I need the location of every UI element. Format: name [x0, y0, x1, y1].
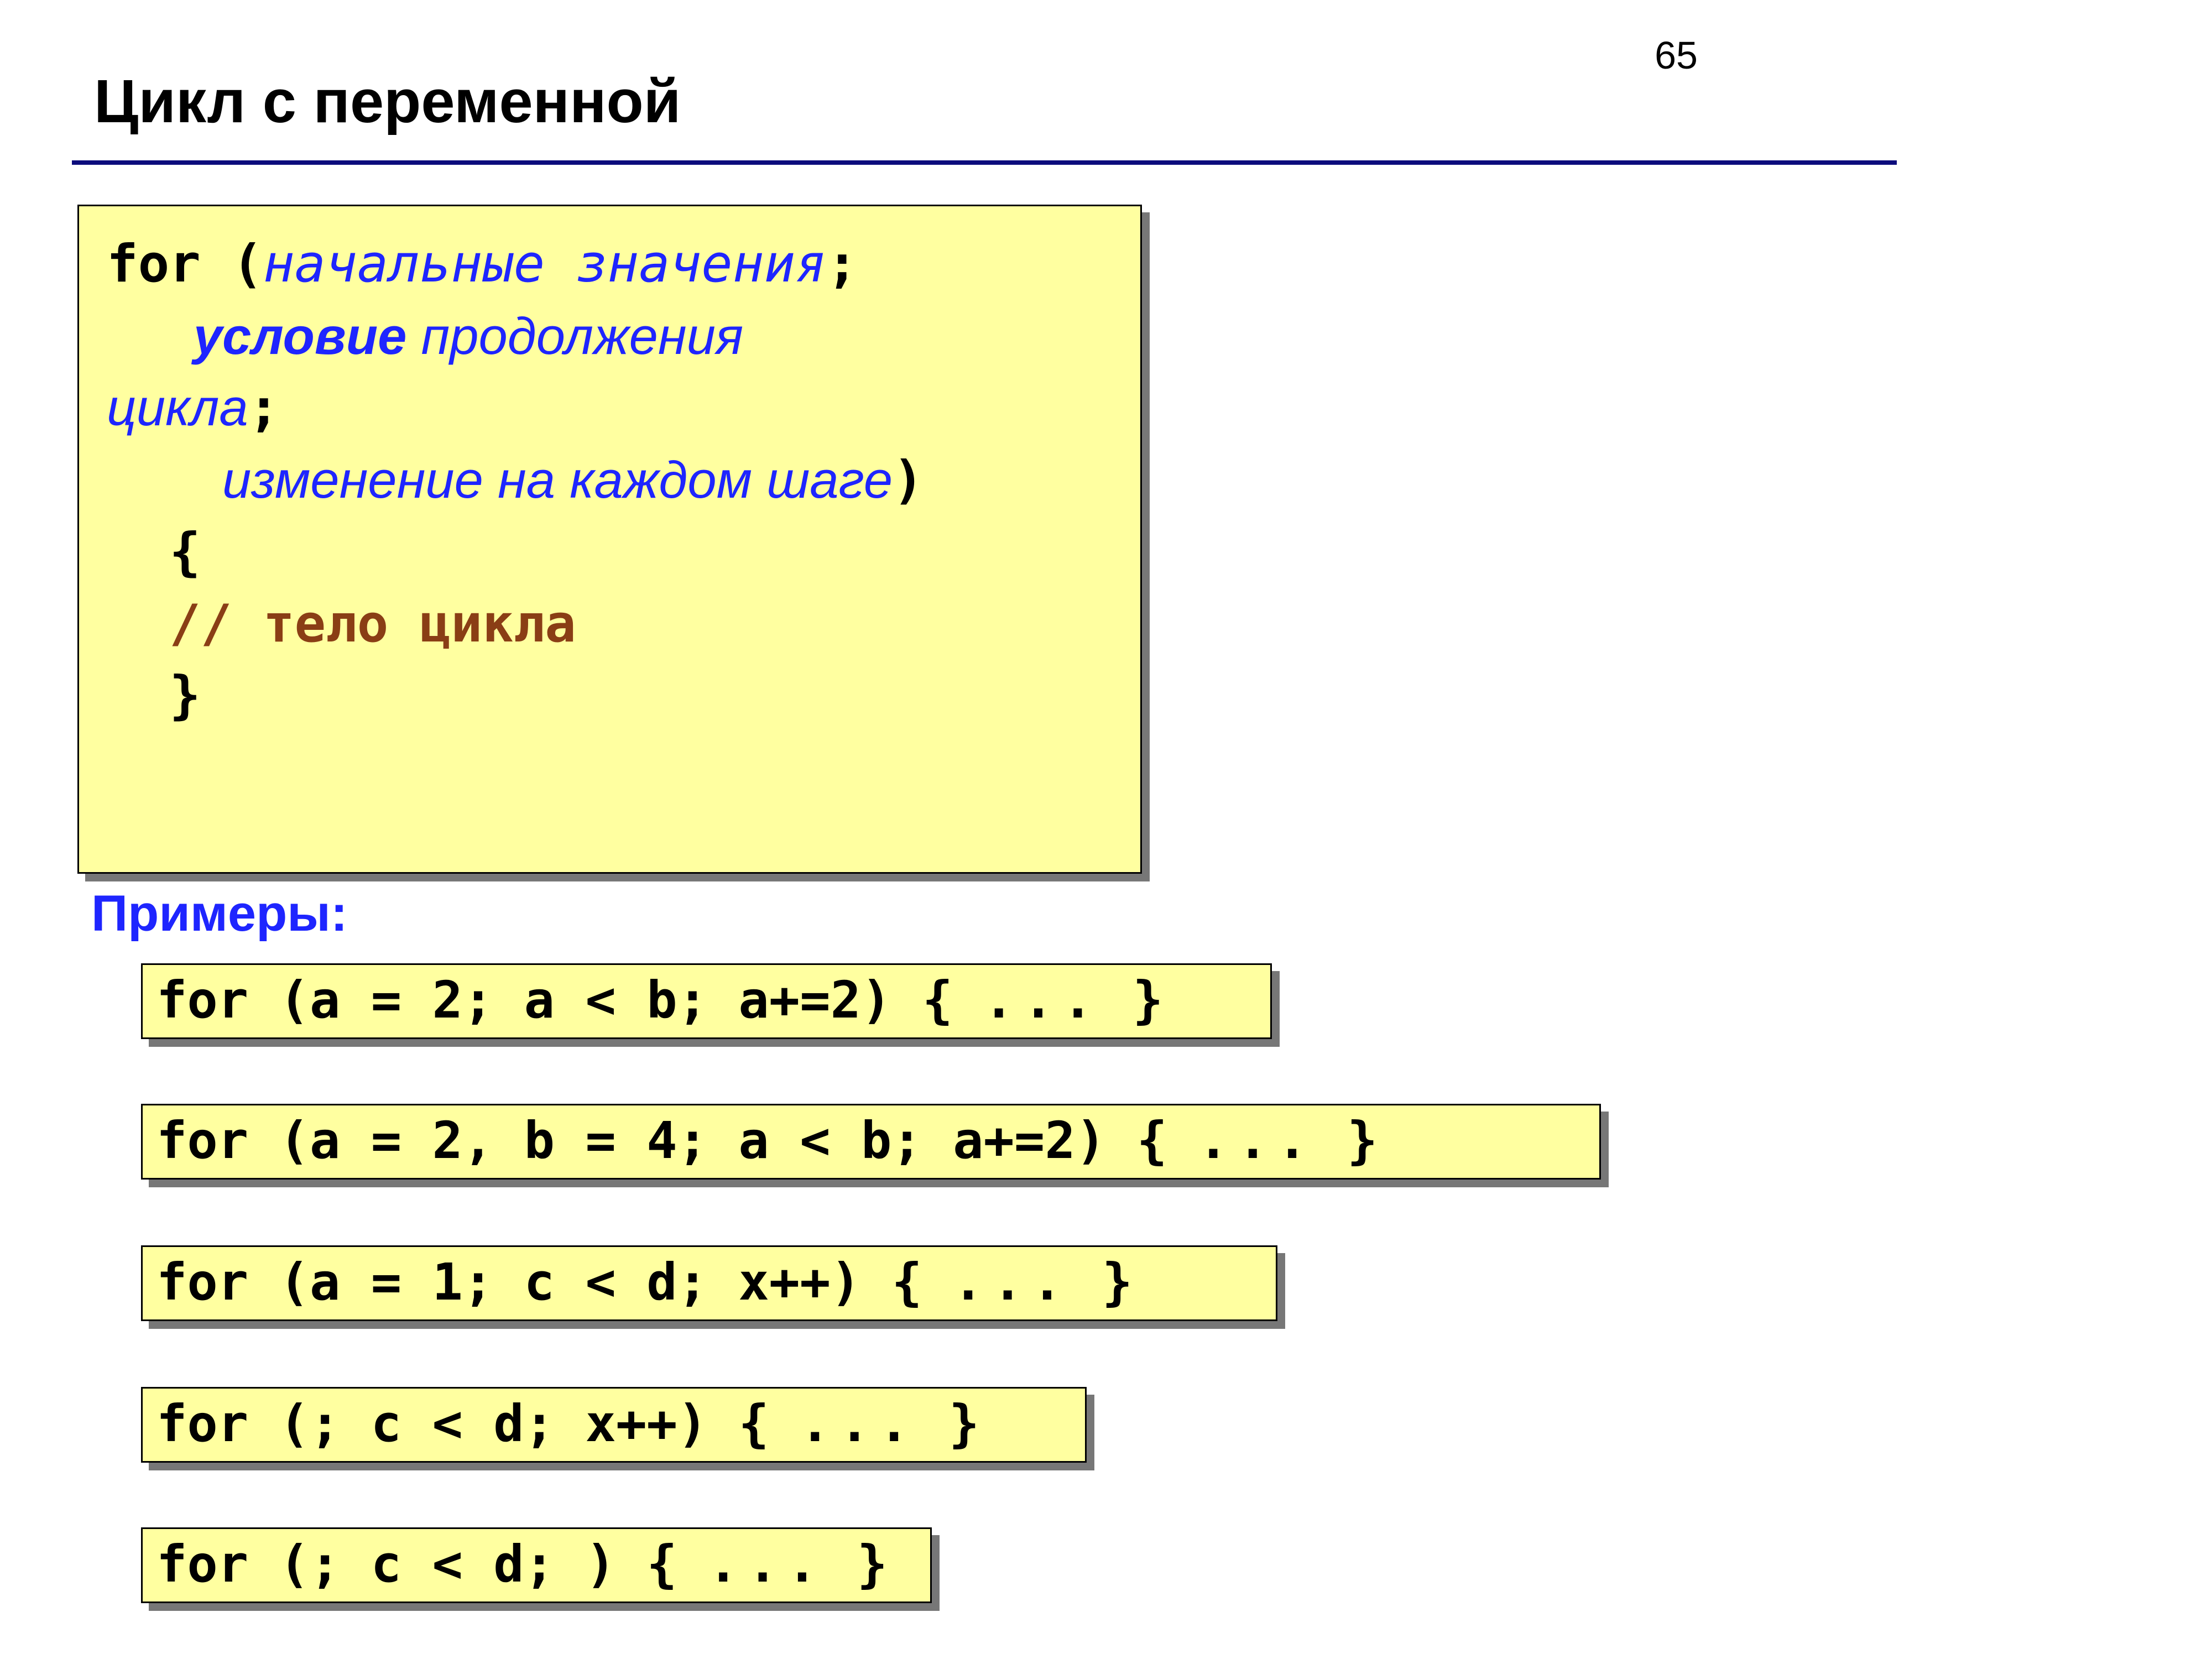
syntax-line-7: }: [107, 660, 1113, 732]
example-1-text: for (a = 2; a < b; a+=2) { ... }: [143, 965, 1270, 1037]
step-text: изменение на каждом шаге: [222, 451, 893, 509]
title-rule: [72, 160, 1897, 165]
open-brace: {: [169, 522, 201, 582]
close-paren: ): [893, 450, 924, 510]
comment-text: // тело цикла: [169, 594, 576, 654]
example-box-1: for (a = 2; a < b; a+=2) { ... }: [141, 963, 1272, 1039]
semi-1: ;: [827, 234, 858, 294]
syntax-line-3: цикла;: [107, 372, 1113, 444]
close-brace: }: [169, 665, 201, 726]
cond-rest2: цикла: [107, 378, 248, 436]
page-number: 65: [1655, 33, 1698, 77]
syntax-line-2: условие продолжения: [107, 300, 1113, 372]
page-title: Цикл с переменной: [94, 66, 681, 137]
example-2-text: for (a = 2, b = 4; a < b; a+=2) { ... }: [143, 1105, 1599, 1178]
for-keyword: for (: [107, 234, 263, 294]
cond-kw: условие: [194, 307, 407, 365]
example-box-5: for (; c < d; ) { ... }: [141, 1527, 932, 1603]
example-box-3: for (a = 1; c < d; x++) { ... }: [141, 1245, 1277, 1321]
syntax-line-1: for (начальные значения;: [107, 228, 1113, 300]
syntax-line-5: {: [107, 517, 1113, 588]
example-5-text: for (; c < d; ) { ... }: [143, 1529, 930, 1601]
syntax-line-4: изменение на каждом шаге): [107, 444, 1113, 517]
example-box-2: for (a = 2, b = 4; a < b; a+=2) { ... }: [141, 1104, 1601, 1180]
syntax-line-6: // тело цикла: [107, 588, 1113, 660]
syntax-box: for (начальные значения; условие продолж…: [77, 205, 1142, 874]
example-3-text: for (a = 1; c < d; x++) { ... }: [143, 1247, 1276, 1319]
example-box-4: for (; c < d; x++) { ... }: [141, 1387, 1087, 1463]
example-4-text: for (; c < d; x++) { ... }: [143, 1389, 1085, 1461]
cond-rest: продолжения: [406, 307, 743, 365]
examples-label: Примеры:: [91, 885, 348, 943]
semi-2: ;: [248, 378, 280, 438]
init-text: начальные значения: [263, 234, 827, 294]
